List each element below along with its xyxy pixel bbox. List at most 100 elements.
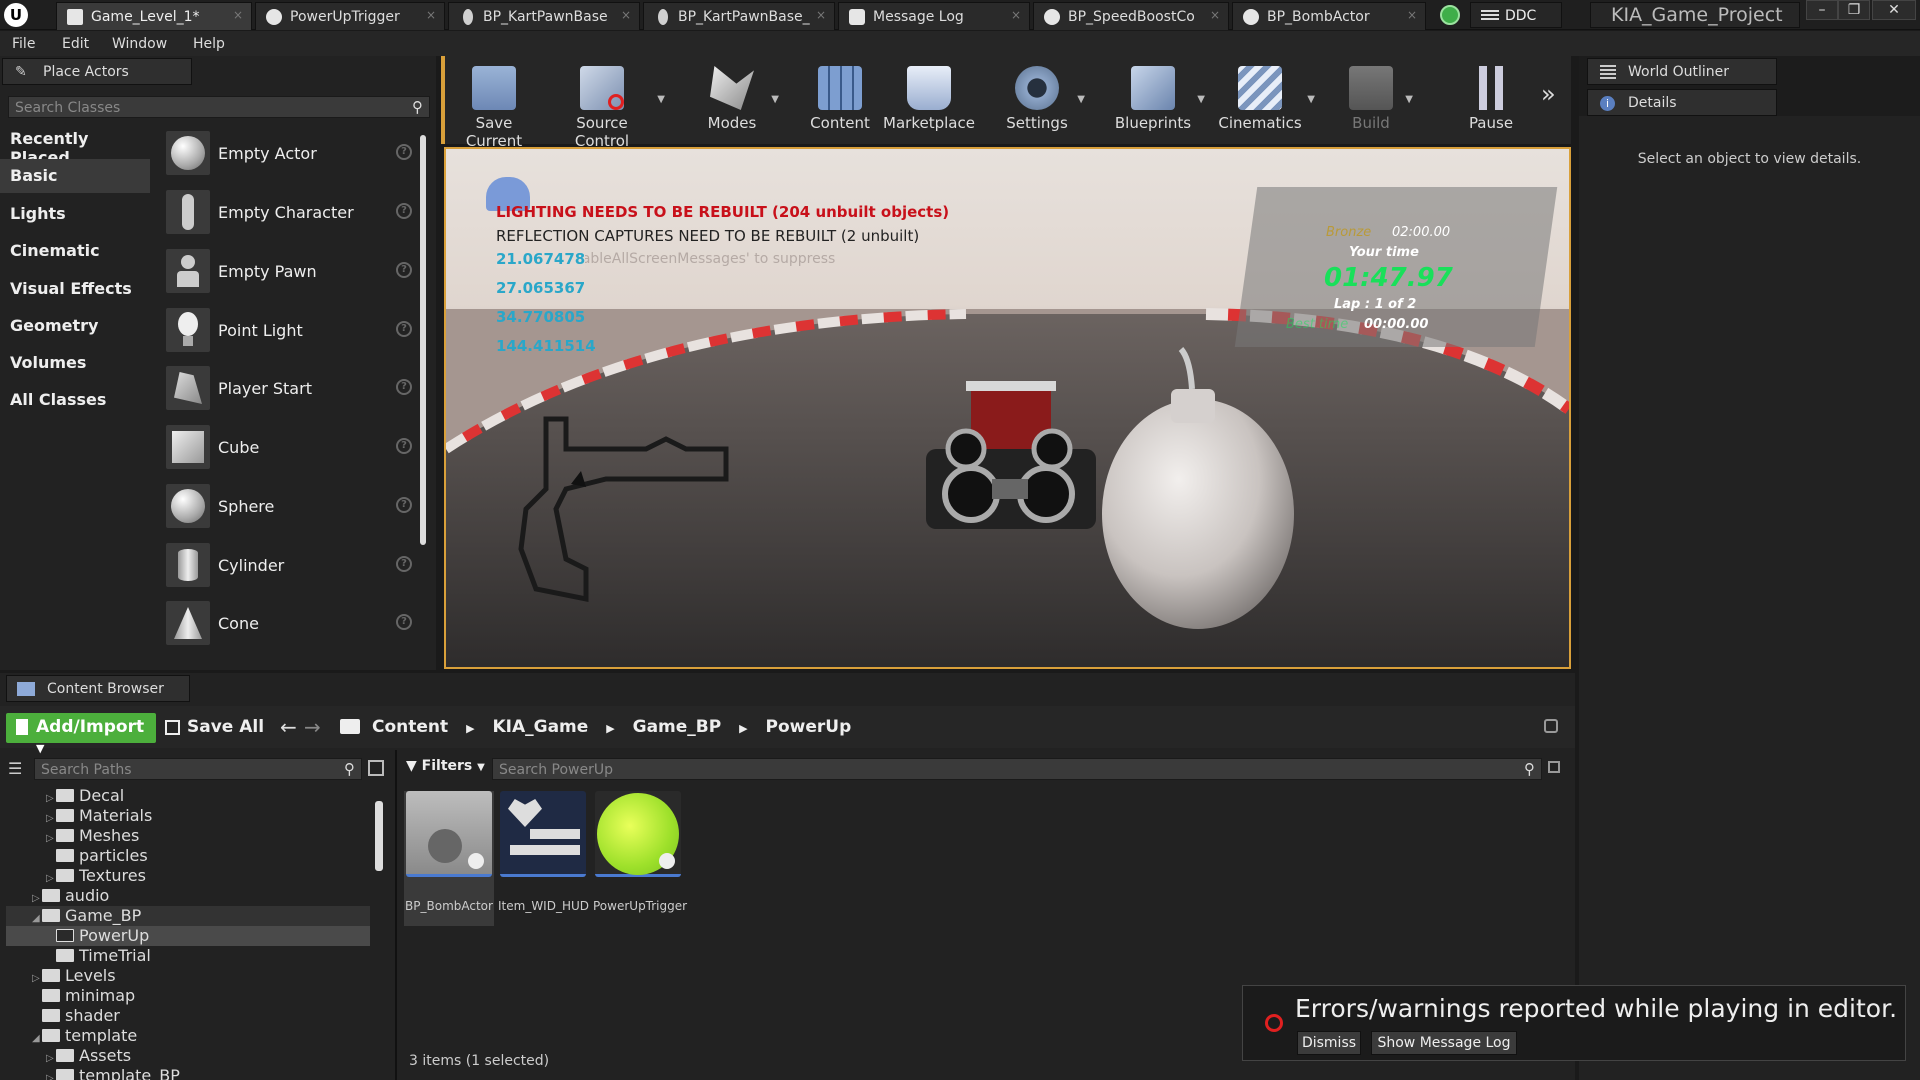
category-visual-effects[interactable]: Visual Effects <box>0 272 150 306</box>
close-icon[interactable]: × <box>233 8 243 22</box>
lock-icon[interactable] <box>1544 719 1558 733</box>
source-control-button[interactable]: Source Control ▼ <box>551 60 665 150</box>
close-window-button[interactable]: ✕ <box>1872 0 1916 20</box>
chevron-down-icon[interactable]: ▼ <box>1307 94 1315 105</box>
paths-scrollbar[interactable] <box>375 801 383 871</box>
save-all-button[interactable]: Save All <box>165 717 264 737</box>
folder-powerup[interactable]: PowerUp <box>6 926 370 946</box>
chevron-down-icon[interactable]: ▼ <box>1405 94 1413 105</box>
help-icon[interactable]: ? <box>396 614 412 630</box>
tab-speedboost[interactable]: BP_SpeedBoostCo × <box>1033 2 1229 30</box>
asset-bp-bombactor[interactable]: BP_BombActor <box>404 791 494 926</box>
save-search-icon[interactable] <box>1548 761 1560 773</box>
chevron-down-icon[interactable]: ▼ <box>1197 94 1205 105</box>
asset-powerup-trigger[interactable]: PowerUpTrigger <box>593 791 687 926</box>
actor-cone[interactable]: Cone ? <box>160 598 412 654</box>
search-icon[interactable]: ⚲ <box>344 760 355 778</box>
folder-assets[interactable]: ▷ Assets <box>46 1046 131 1066</box>
menu-window[interactable]: Window <box>112 36 167 52</box>
breadcrumb-item[interactable]: PowerUp <box>766 717 852 737</box>
folder-particles[interactable]: particles <box>46 846 148 866</box>
search-icon[interactable]: ⚲ <box>1524 760 1535 778</box>
close-icon[interactable]: × <box>1011 8 1021 22</box>
menu-help[interactable]: Help <box>193 36 225 52</box>
cinematics-button[interactable]: Cinematics ▼ <box>1217 60 1315 140</box>
help-icon[interactable]: ? <box>396 262 412 278</box>
add-import-button[interactable]: Add/Import ▼ <box>6 713 156 755</box>
toggle-sources-icon[interactable]: ☰ <box>8 759 22 778</box>
actor-empty-character[interactable]: Empty Character ? <box>160 187 412 243</box>
close-icon[interactable]: × <box>426 8 436 22</box>
tab-game-level[interactable]: Game_Level_1* × <box>56 2 252 30</box>
help-icon[interactable]: ? <box>396 438 412 454</box>
help-icon[interactable]: ? <box>396 203 412 219</box>
category-basic[interactable]: Basic <box>0 159 150 193</box>
tab-kartpawnbase-2[interactable]: BP_KartPawnBase_ × <box>643 2 835 30</box>
folder-textures[interactable]: ▷ Textures <box>46 866 146 886</box>
category-volumes[interactable]: Volumes <box>0 346 150 380</box>
filters-button[interactable]: ▼ Filters ▼ <box>406 758 485 774</box>
place-actors-scrollbar[interactable] <box>420 135 426 545</box>
minimize-button[interactable]: – <box>1806 0 1838 20</box>
breadcrumb-item[interactable]: Content <box>372 717 448 737</box>
breadcrumb-item[interactable]: Game_BP <box>633 717 722 737</box>
search-classes-input[interactable]: Search Classes ⚲ <box>8 96 430 118</box>
save-current-button[interactable]: Save Current <box>449 60 539 150</box>
view-options-icon[interactable] <box>368 760 384 776</box>
show-message-log-button[interactable]: Show Message Log <box>1371 1031 1517 1055</box>
blueprints-button[interactable]: Blueprints ▼ <box>1113 60 1205 140</box>
pause-button[interactable]: Pause <box>1461 60 1521 140</box>
menu-edit[interactable]: Edit <box>62 36 89 52</box>
content-browser-tab[interactable]: Content Browser <box>6 675 190 702</box>
settings-button[interactable]: Settings ▼ <box>1001 60 1085 140</box>
category-lights[interactable]: Lights <box>0 197 150 231</box>
help-icon[interactable]: ? <box>396 556 412 572</box>
forward-arrow-icon[interactable]: → <box>304 715 321 739</box>
ddc-button[interactable]: DDC <box>1470 2 1562 28</box>
marketplace-button[interactable]: Marketplace <box>881 60 977 140</box>
folder-template-bp[interactable]: ▷ template_BP <box>46 1066 180 1080</box>
toolbar-overflow-icon[interactable]: » <box>1541 80 1556 108</box>
world-outliner-tab[interactable]: World Outliner <box>1587 58 1777 85</box>
actor-empty-actor[interactable]: Empty Actor ? <box>160 128 412 184</box>
help-icon[interactable]: ? <box>396 321 412 337</box>
folder-minimap[interactable]: minimap <box>32 986 135 1006</box>
maximize-button[interactable]: ❐ <box>1838 0 1870 20</box>
close-icon[interactable]: × <box>816 8 826 22</box>
actor-cube[interactable]: Cube ? <box>160 422 412 478</box>
unreal-logo-icon[interactable]: U <box>4 3 28 27</box>
menu-file[interactable]: File <box>12 36 35 52</box>
dismiss-button[interactable]: Dismiss <box>1297 1031 1361 1055</box>
category-all-classes[interactable]: All Classes <box>0 383 150 417</box>
chevron-down-icon[interactable]: ▼ <box>657 94 665 105</box>
build-button[interactable]: Build ▼ <box>1341 60 1413 140</box>
folder-template[interactable]: ◢ template <box>32 1026 137 1046</box>
actor-point-light[interactable]: Point Light ? <box>160 305 412 361</box>
category-cinematic[interactable]: Cinematic <box>0 234 150 268</box>
folder-materials[interactable]: ▷ Materials <box>46 806 152 826</box>
back-arrow-icon[interactable]: ← <box>280 715 297 739</box>
modes-button[interactable]: Modes ▼ <box>697 60 779 140</box>
close-icon[interactable]: × <box>621 8 631 22</box>
folder-decal[interactable]: ▷ Decal <box>46 786 124 806</box>
folder-levels[interactable]: ▷ Levels <box>32 966 116 986</box>
content-button[interactable]: Content <box>805 60 875 140</box>
category-geometry[interactable]: Geometry <box>0 309 150 343</box>
actor-player-start[interactable]: Player Start ? <box>160 363 412 419</box>
help-icon[interactable]: ? <box>396 144 412 160</box>
search-paths-input[interactable]: Search Paths ⚲ <box>34 758 362 780</box>
actor-sphere[interactable]: Sphere ? <box>160 481 412 537</box>
tab-powerup-trigger[interactable]: PowerUpTrigger × <box>255 2 445 30</box>
tab-message-log[interactable]: Message Log × <box>838 2 1030 30</box>
folder-game-bp[interactable]: ◢ Game_BP <box>6 906 370 926</box>
tab-kartpawnbase[interactable]: BP_KartPawnBase × <box>448 2 640 30</box>
close-icon[interactable]: × <box>1210 8 1220 22</box>
chevron-down-icon[interactable]: ▼ <box>771 94 779 105</box>
chevron-right-icon[interactable]: ▶ <box>606 722 614 735</box>
folder-meshes[interactable]: ▷ Meshes <box>46 826 139 846</box>
chevron-down-icon[interactable]: ▼ <box>1077 94 1085 105</box>
source-control-status-icon[interactable] <box>1440 5 1460 25</box>
actor-empty-pawn[interactable]: Empty Pawn ? <box>160 246 412 302</box>
folder-shader[interactable]: shader <box>32 1006 120 1026</box>
actor-cylinder[interactable]: Cylinder ? <box>160 540 412 596</box>
